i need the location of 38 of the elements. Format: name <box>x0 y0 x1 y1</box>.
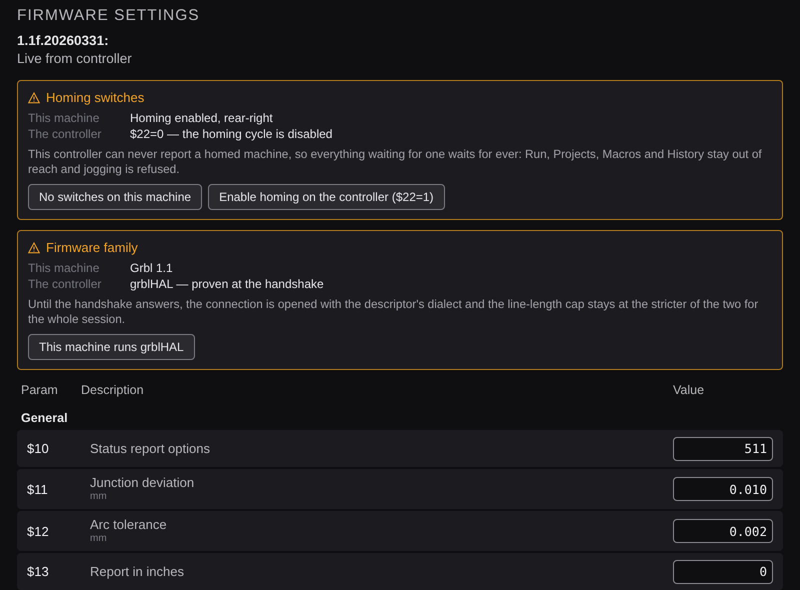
unit-label: mm <box>90 491 108 503</box>
firmware-version: 1.1f.20260331: <box>17 32 110 50</box>
source-label: Live from controller <box>17 50 133 68</box>
action-button[interactable]: No switches on this machine <box>28 184 202 210</box>
setting-description: Arc tolerance <box>90 517 168 533</box>
value-field[interactable]: 0.002 <box>673 519 773 543</box>
fact-value: grblHAL — proven at the handshake <box>130 276 325 292</box>
fact-label: This machine <box>28 110 100 126</box>
warning-icon <box>28 242 40 254</box>
fact-value: Grbl 1.1 <box>130 260 174 276</box>
param-code: $11 <box>27 482 49 496</box>
fact-label: This machine <box>28 260 100 276</box>
setting-description: Status report options <box>90 440 211 456</box>
fact-value: Homing enabled, rear-right <box>130 110 274 126</box>
card-title: Homing switches <box>46 89 144 107</box>
page-title: FIRMWARE SETTINGS <box>17 6 201 26</box>
card-title: Firmware family <box>46 239 138 257</box>
column-header: Description <box>81 382 145 398</box>
param-code: $12 <box>27 524 50 538</box>
warning-text: This controller can never report a homed machine, so everything waiting for one waits for ever: Run, Projects, Macros and History stay out of reach and jogging is refused. <box>28 147 763 177</box>
group-heading: General <box>20 410 69 427</box>
fact-value: $22=0 — the homing cycle is disabled <box>130 126 334 142</box>
column-header: Param <box>21 382 59 398</box>
fact-label: The controller <box>28 126 102 142</box>
action-button[interactable]: This machine runs grblHAL <box>28 334 195 360</box>
value-field[interactable]: 0 <box>673 560 773 584</box>
column-header: Value <box>673 382 706 398</box>
setting-description: Report in inches <box>90 564 185 580</box>
value-field[interactable]: 0.010 <box>673 477 773 501</box>
warning-icon <box>28 92 40 104</box>
setting-description: Junction deviation <box>90 475 196 491</box>
action-button[interactable]: Enable homing on the controller ($22=1) <box>208 184 445 210</box>
warning-text: Until the handshake answers, the connection is opened with the descriptor's dialect and the line-length cap stays at the stricter of the two for the whole session. <box>28 297 760 327</box>
param-code: $13 <box>27 564 50 579</box>
unit-label: mm <box>90 533 108 545</box>
param-code: $10 <box>27 441 50 456</box>
value-field[interactable]: 511 <box>673 436 773 460</box>
fact-label: The controller <box>28 276 102 292</box>
